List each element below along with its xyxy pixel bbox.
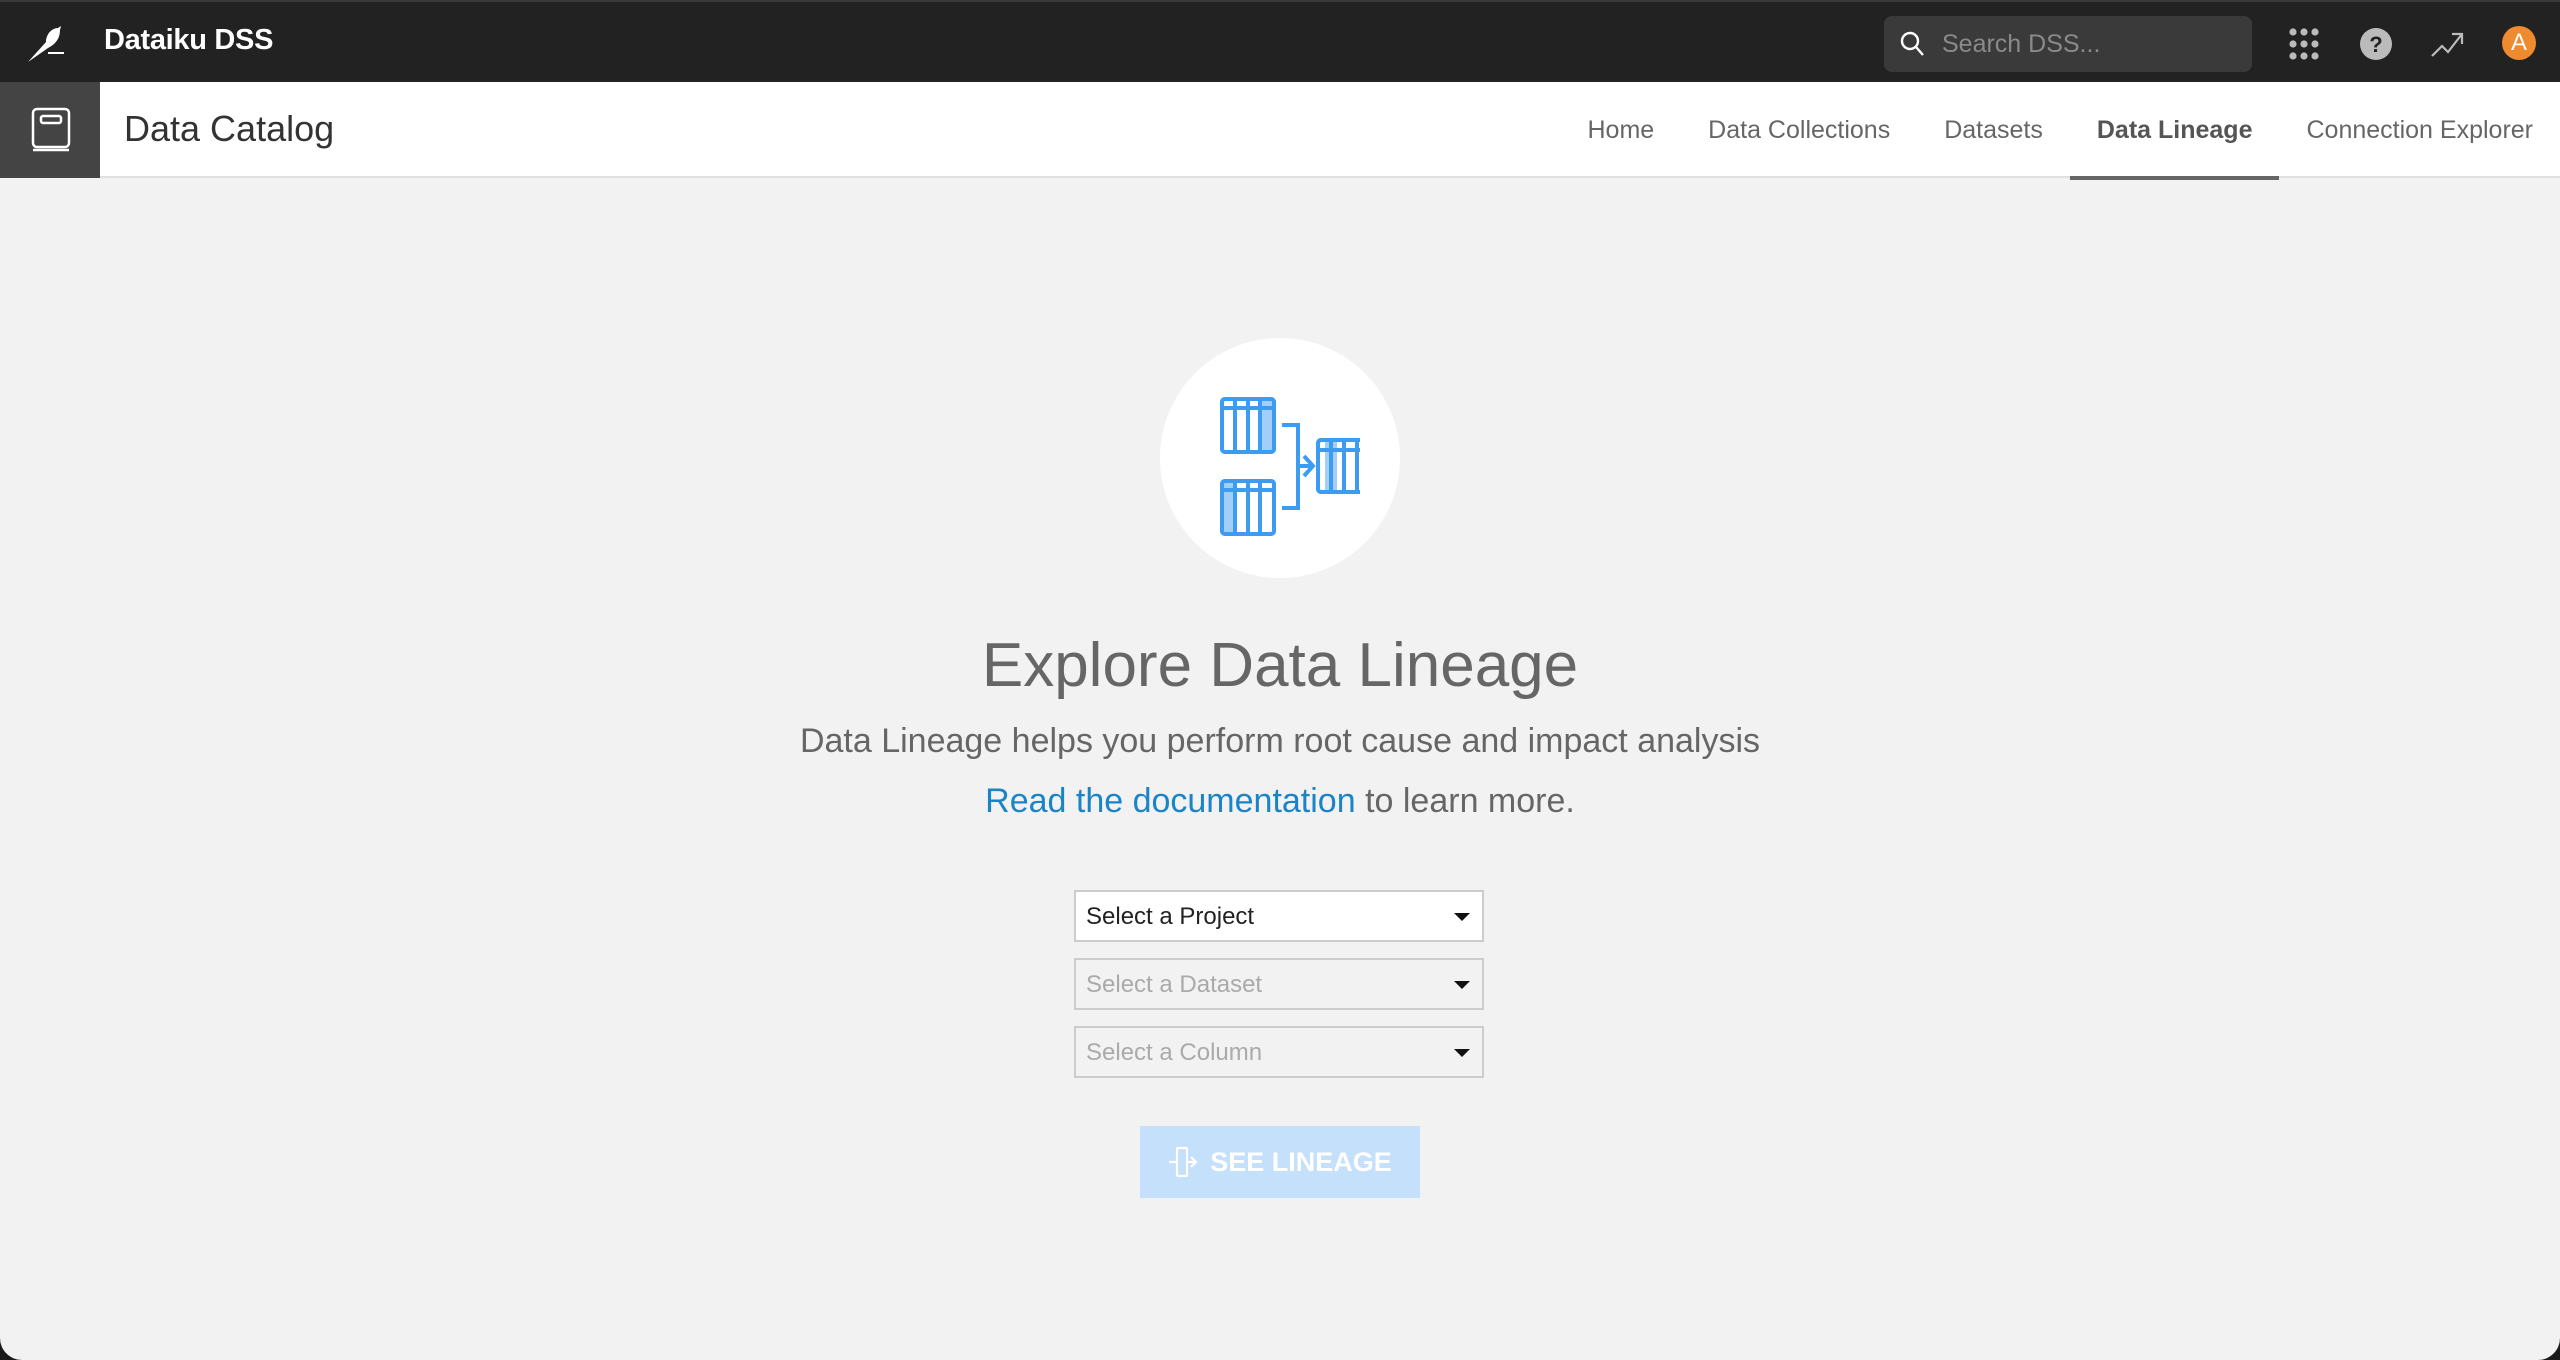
- see-lineage-button[interactable]: SEE LINEAGE: [1140, 1126, 1420, 1198]
- tab-connection-explorer[interactable]: Connection Explorer: [2279, 82, 2560, 178]
- documentation-link[interactable]: Read the documentation: [985, 782, 1355, 820]
- search-input[interactable]: [1942, 16, 2242, 72]
- svg-text:?: ?: [2369, 32, 2382, 57]
- app-title[interactable]: Dataiku DSS: [104, 24, 273, 57]
- user-avatar[interactable]: A: [2502, 26, 2536, 60]
- see-lineage-label: SEE LINEAGE: [1210, 1146, 1392, 1177]
- page-heading: Explore Data Lineage: [981, 631, 1579, 700]
- tab-data-collections[interactable]: Data Collections: [1681, 82, 1917, 178]
- dataiku-bird-logo-icon[interactable]: [26, 22, 68, 64]
- tab-data-lineage[interactable]: Data Lineage: [2069, 82, 2280, 180]
- documentation-line: Read the documentation to learn more.: [0, 782, 2560, 821]
- data-lineage-icon: [1220, 397, 1360, 536]
- section-title: Data Catalog: [124, 108, 335, 149]
- column-select[interactable]: Select a Column: [1074, 1026, 1484, 1078]
- dataset-select-label: Select a Dataset: [1086, 971, 1263, 998]
- book-icon: [31, 107, 71, 152]
- app-window: Dataiku DSS ? A: [0, 0, 2560, 1360]
- section-header: Data Catalog Home Data Collections Datas…: [0, 82, 2560, 180]
- chevron-down-icon: [1454, 1049, 1470, 1057]
- trending-up-icon[interactable]: [2428, 24, 2468, 64]
- help-icon[interactable]: ?: [2356, 24, 2396, 64]
- lineage-flow-icon: [1169, 1146, 1198, 1178]
- documentation-suffix: to learn more.: [1355, 782, 1575, 820]
- catalog-section-badge: [0, 82, 100, 178]
- tab-home[interactable]: Home: [1560, 82, 1681, 178]
- column-select-label: Select a Column: [1086, 1039, 1263, 1066]
- project-select-label: Select a Project: [1086, 903, 1255, 930]
- chevron-down-icon: [1454, 981, 1470, 989]
- top-navigation-bar: Dataiku DSS ? A: [0, 0, 2560, 82]
- apps-grid-icon[interactable]: [2284, 24, 2324, 64]
- search-icon: [1900, 31, 1924, 56]
- tab-datasets[interactable]: Datasets: [1917, 82, 2070, 178]
- hero-illustration: [1160, 338, 1400, 578]
- main-content: Explore Data Lineage Data Lineage helps …: [0, 178, 2560, 1360]
- project-select[interactable]: Select a Project: [1074, 890, 1484, 942]
- dataset-select[interactable]: Select a Dataset: [1074, 958, 1484, 1010]
- catalog-tabs: Home Data Collections Datasets Data Line…: [1560, 82, 2560, 180]
- page-description: Data Lineage helps you perform root caus…: [799, 722, 1761, 760]
- chevron-down-icon: [1454, 913, 1470, 921]
- global-search[interactable]: [1884, 16, 2252, 72]
